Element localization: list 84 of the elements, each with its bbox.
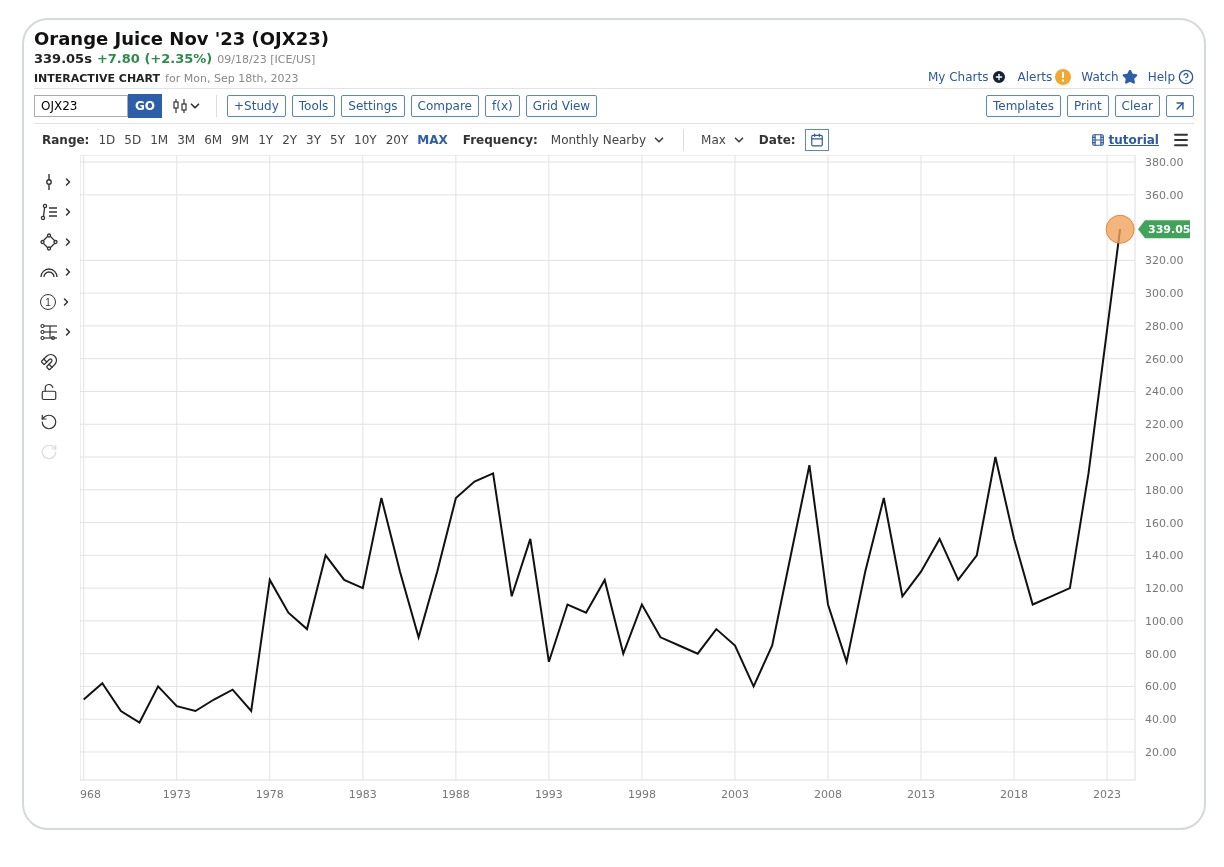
range-option[interactable]: 3M bbox=[177, 133, 196, 147]
header-link[interactable]: Help bbox=[1147, 69, 1194, 85]
period-dropdown[interactable]: Max bbox=[697, 133, 750, 147]
date-label: Date: bbox=[758, 133, 796, 147]
range-option[interactable]: 2Y bbox=[282, 133, 298, 147]
axis-label: 200.00 bbox=[1145, 451, 1184, 464]
axis-label: 20.00 bbox=[1145, 746, 1177, 759]
toolbar-button[interactable]: Settings bbox=[341, 95, 405, 117]
axis-label: 1998 bbox=[627, 788, 656, 801]
quote-date: 09/18/23 [ICE/US] bbox=[217, 53, 316, 66]
header-link[interactable]: My Charts bbox=[927, 69, 1008, 85]
axis-label: 100.00 bbox=[1145, 614, 1184, 628]
axis-label: 240.00 bbox=[1145, 385, 1184, 399]
axis-label: 220.00 bbox=[1145, 418, 1184, 432]
price-change: +7.80 (+2.35%) bbox=[96, 51, 213, 66]
axis-label: 360.00 bbox=[1145, 188, 1184, 202]
toolbar-button[interactable]: Grid View bbox=[525, 95, 598, 117]
axis-label: 1978 bbox=[255, 788, 284, 801]
arrow-icon bbox=[1173, 99, 1187, 113]
chart-date: for Mon, Sep 18th, 2023 bbox=[165, 72, 299, 85]
page-title: Orange Juice Nov '23 (OJX23) bbox=[34, 28, 329, 49]
film-icon bbox=[1091, 133, 1106, 147]
header-link[interactable]: Watch bbox=[1081, 69, 1138, 85]
axis-label: 380.00 bbox=[1145, 156, 1184, 170]
range-option[interactable]: 3Y bbox=[306, 133, 322, 147]
plus-icon bbox=[991, 69, 1008, 85]
axis-label: 2018 bbox=[1000, 788, 1029, 801]
candles-icon bbox=[172, 99, 189, 113]
axis-label: 1993 bbox=[534, 788, 563, 801]
range-option[interactable]: 1M bbox=[150, 133, 169, 147]
range-option[interactable]: 1Y bbox=[258, 133, 274, 147]
toolbar-button[interactable]: Tools bbox=[291, 95, 336, 117]
range-option[interactable]: 10Y bbox=[354, 133, 377, 147]
toolbar-button[interactable]: +Study bbox=[227, 95, 286, 117]
axis-label: 120.00 bbox=[1145, 582, 1184, 596]
axis-label: 968 bbox=[80, 788, 101, 801]
axis-label: 1983 bbox=[348, 788, 377, 801]
axis-label: 40.00 bbox=[1145, 713, 1177, 727]
frequency-label: Frequency: bbox=[462, 133, 538, 147]
symbol-field[interactable]: OJX23 bbox=[34, 95, 128, 117]
axis-label: 320.00 bbox=[1145, 254, 1184, 268]
price-tag: 339.05 bbox=[1138, 220, 1190, 239]
range-option[interactable]: 9M bbox=[231, 133, 250, 147]
drawing-tool[interactable]: 1 bbox=[34, 289, 74, 315]
range-option[interactable]: 5D bbox=[124, 133, 142, 147]
range-option[interactable]: MAX bbox=[417, 133, 448, 147]
axis-label: 2013 bbox=[907, 788, 935, 801]
range-option[interactable]: 5Y bbox=[330, 133, 346, 147]
axis-label: 140.00 bbox=[1145, 549, 1184, 563]
axis-label: 60.00 bbox=[1145, 680, 1177, 694]
help-icon bbox=[1178, 69, 1194, 85]
tutorial-link[interactable]: tutorial bbox=[1091, 133, 1159, 147]
toolbar-button[interactable]: Templates bbox=[986, 95, 1061, 117]
axis-label: 160.00 bbox=[1145, 516, 1184, 530]
range-option[interactable]: 6M bbox=[204, 133, 223, 147]
axis-label: 300.00 bbox=[1145, 287, 1184, 301]
menu-icon bbox=[1172, 131, 1190, 149]
frequency-dropdown[interactable]: Monthly Nearby bbox=[546, 133, 671, 147]
calendar-button[interactable] bbox=[804, 129, 829, 151]
range-option[interactable]: 20Y bbox=[385, 133, 409, 147]
go-button[interactable]: GO bbox=[128, 94, 163, 118]
toolbar-button[interactable]: Clear bbox=[1114, 95, 1160, 117]
range-option[interactable]: 1D bbox=[98, 133, 116, 147]
axis-label: 1973 bbox=[162, 788, 191, 801]
expand-button[interactable] bbox=[1166, 95, 1194, 117]
axis-label: 1988 bbox=[441, 788, 470, 801]
header-link[interactable]: Alerts bbox=[1017, 69, 1072, 85]
alert-icon bbox=[1055, 69, 1072, 85]
axis-label: 80.00 bbox=[1145, 647, 1177, 661]
axis-label: 180.00 bbox=[1145, 483, 1184, 497]
chart-label: INTERACTIVE CHART bbox=[34, 72, 161, 85]
range-label: Range: bbox=[42, 133, 90, 147]
star-icon bbox=[1121, 69, 1138, 85]
axis-label: 280.00 bbox=[1145, 319, 1184, 333]
axis-label: 260.00 bbox=[1145, 352, 1184, 366]
axis-label: 2003 bbox=[720, 788, 749, 801]
toolbar-button[interactable]: Compare bbox=[410, 95, 479, 117]
axis-label: 2023 bbox=[1093, 788, 1122, 801]
toolbar-button[interactable]: f(x) bbox=[485, 95, 520, 117]
calendar-icon bbox=[809, 133, 824, 147]
axis-label: 2008 bbox=[814, 788, 842, 801]
toolbar-button[interactable]: Print bbox=[1067, 95, 1109, 117]
last-price: 339.05s bbox=[34, 51, 92, 66]
last-price-marker bbox=[1105, 214, 1135, 244]
